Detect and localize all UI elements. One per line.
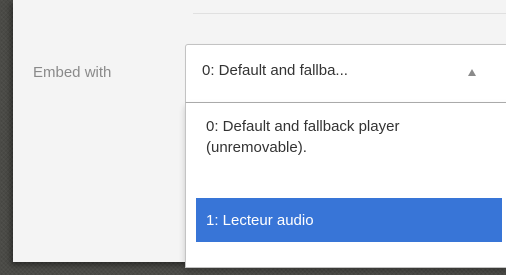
- dropdown-list: 0: Default and fallback player (unremova…: [185, 102, 506, 268]
- settings-panel: Embed with 0: Default and fallba... 0: D…: [13, 0, 506, 268]
- embed-with-label: Embed with: [33, 64, 112, 81]
- triangle-up-icon: [468, 69, 476, 76]
- divider: [193, 13, 506, 14]
- option-default-fallback-player[interactable]: 0: Default and fallback player (unremova…: [196, 116, 496, 174]
- selected-value: 0: Default and fallba...: [202, 62, 348, 79]
- embed-with-select[interactable]: 0: Default and fallba...: [185, 44, 506, 102]
- option-lecteur-audio[interactable]: 1: Lecteur audio: [196, 198, 502, 242]
